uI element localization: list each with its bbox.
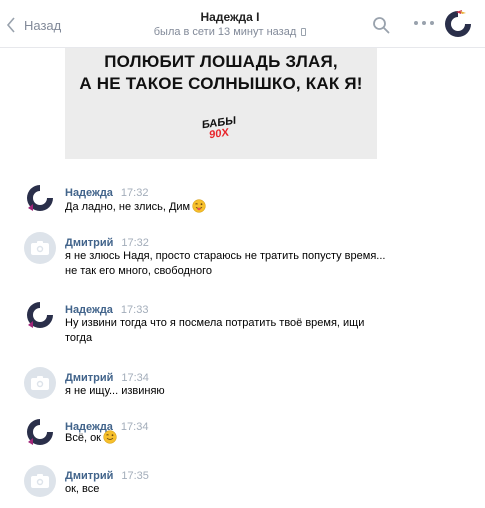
chat-title[interactable]: Надежда I была в сети 13 минут назад [130,10,330,38]
message-author[interactable]: Надежда [65,187,113,199]
camera-icon [31,376,49,390]
message-body: Да ладно, не злись, Дим [65,201,191,213]
message-time: 17:32 [121,237,149,249]
message-author[interactable]: Дмитрий [65,237,113,249]
chat-header: Назад Надежда I была в сети 13 минут наз… [0,0,485,48]
message-body: Всё, ок [65,432,101,444]
message-author[interactable]: Надежда [65,304,113,316]
camera-icon [31,474,49,488]
camera-icon [31,241,49,255]
contact-avatar[interactable] [442,8,474,40]
search-icon[interactable] [372,16,390,34]
meme-image[interactable]: ПОЛЮБИТ ЛОШАДЬ ЗЛАЯ, А НЕ ТАКОЕ СОЛНЫШКО… [65,48,377,159]
message-text: ок, все [65,483,100,495]
avatar[interactable] [24,232,56,264]
wink-emoji-icon [103,430,117,444]
avatar[interactable] [24,182,56,214]
avatar[interactable] [24,367,56,399]
message-text: я не злюсь Надя, просто стараюсь не трат… [65,250,386,277]
message-text: Всё, ок [65,430,435,446]
message-time: 17:34 [121,372,149,384]
last-seen-text: была в сети 13 минут назад [153,26,297,38]
back-button[interactable]: Назад [6,14,61,36]
message-time: 17:33 [120,304,149,316]
message-time: 17:35 [121,470,149,482]
meme-line-1: ПОЛЮБИТ ЛОШАДЬ ЗЛАЯ, [104,52,338,71]
chevron-left-icon [6,17,15,33]
mobile-icon [301,28,307,36]
avatar[interactable] [24,416,56,448]
more-icon[interactable] [414,21,434,27]
message-text: Да ладно, не злись, Дим [65,199,435,215]
meme-logo: БАБЫ 90Х [199,115,239,143]
back-label: Назад [24,17,62,33]
last-seen-status: была в сети 13 минут назад [130,26,330,38]
message-author[interactable]: Дмитрий [65,470,113,482]
meme-line-2: А НЕ ТАКОЕ СОЛНЫШКО, КАК Я! [79,74,363,93]
message-time: 17:32 [120,187,149,199]
wink-tongue-emoji-icon [192,199,206,213]
contact-name: Надежда I [200,10,260,24]
avatar[interactable] [24,465,56,497]
message-author[interactable]: Дмитрий [65,372,113,384]
message-text: я не ищу... извиняю [65,385,165,397]
avatar[interactable] [24,299,56,331]
message-text: Ну извини тогда что я посмела потратить … [65,317,365,344]
